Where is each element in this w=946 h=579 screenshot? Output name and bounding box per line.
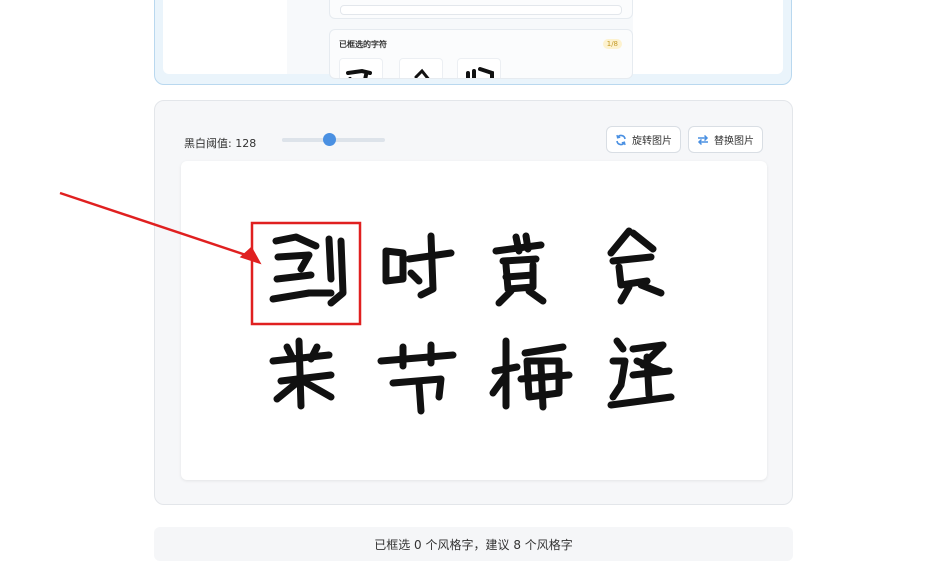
slider-fill (282, 138, 329, 142)
calligraphy-glyph (607, 227, 665, 305)
calligraphy-image (269, 227, 675, 415)
selected-characters-panel: 已框选的字符 1/8 (329, 29, 633, 79)
slider-thumb[interactable] (323, 133, 336, 146)
threshold-label: 黑白阈值: 128 (184, 137, 257, 150)
calligraphy-glyph (607, 337, 675, 409)
replace-button-label: 替换图片 (714, 136, 754, 147)
side-panel-upper-section (329, 0, 633, 19)
rotate-button-label: 旋转图片 (632, 136, 672, 147)
calligraphy-glyph (269, 233, 347, 307)
threshold-slider[interactable] (282, 133, 385, 147)
rotate-image-button[interactable]: 旋转图片 (606, 126, 681, 153)
replace-image-button[interactable]: 替换图片 (688, 126, 763, 153)
selected-char-thumbnail[interactable] (457, 58, 501, 78)
calligraphy-image-canvas[interactable] (181, 161, 767, 480)
selection-status-bar: 已框选 0 个风格字，建议 8 个风格字 (154, 527, 793, 561)
side-panel-input[interactable] (340, 5, 622, 15)
selection-status-text: 已框选 0 个风格字，建议 8 个风格字 (374, 537, 573, 552)
selected-characters-title: 已框选的字符 (339, 40, 387, 49)
calligraphy-glyph (489, 337, 573, 411)
calligraphy-glyph (382, 232, 455, 299)
swap-icon (697, 134, 709, 146)
selected-char-thumbnail[interactable] (399, 58, 443, 78)
calligraphy-glyph (269, 337, 335, 410)
selected-count-badge: 1/8 (602, 39, 622, 49)
calligraphy-glyph (377, 341, 457, 415)
selected-char-thumbnail[interactable] (339, 58, 383, 78)
rotate-icon (615, 134, 627, 146)
calligraphy-glyph (492, 232, 547, 307)
